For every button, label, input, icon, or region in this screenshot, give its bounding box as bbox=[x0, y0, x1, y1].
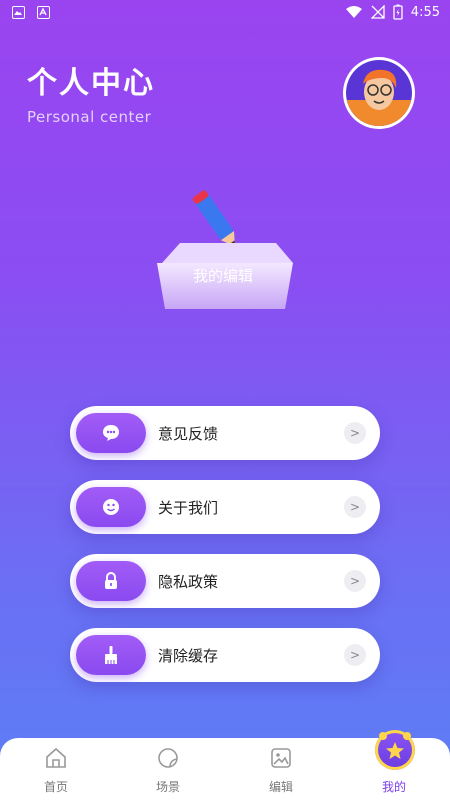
menu-privacy-policy[interactable]: 隐私政策 > bbox=[70, 554, 380, 608]
chevron-right-icon: > bbox=[344, 496, 366, 518]
chevron-right-icon: > bbox=[344, 570, 366, 592]
menu-label: 意见反馈 bbox=[158, 425, 219, 443]
menu-feedback[interactable]: 意见反馈 > bbox=[70, 406, 380, 460]
menu-label: 隐私政策 bbox=[158, 573, 219, 591]
tab-edit[interactable]: 编辑 bbox=[225, 738, 337, 800]
tab-label: 我的 bbox=[381, 780, 406, 794]
my-edit-button[interactable]: 我的编辑 bbox=[150, 185, 300, 315]
scene-icon bbox=[158, 748, 178, 768]
avatar[interactable] bbox=[343, 57, 415, 129]
page-title: 个人中心 bbox=[27, 66, 155, 101]
home-icon bbox=[46, 747, 66, 768]
star-profile-icon[interactable] bbox=[375, 730, 415, 770]
tab-label: 编辑 bbox=[268, 780, 293, 794]
chevron-right-icon: > bbox=[344, 422, 366, 444]
menu-label: 清除缓存 bbox=[158, 647, 219, 665]
tab-scene[interactable]: 场景 bbox=[112, 738, 224, 800]
brush-icon bbox=[76, 635, 146, 675]
no-signal-icon bbox=[370, 5, 385, 19]
wifi-icon bbox=[345, 6, 362, 18]
menu-clear-cache[interactable]: 清除缓存 > bbox=[70, 628, 380, 682]
battery-icon bbox=[393, 4, 403, 20]
tab-home[interactable]: 首页 bbox=[0, 738, 112, 800]
pencil-box-icon bbox=[157, 190, 293, 309]
status-time: 4:55 bbox=[410, 4, 440, 20]
tab-label: 场景 bbox=[155, 780, 180, 794]
chat-bubble-icon bbox=[76, 413, 146, 453]
image-notification-icon bbox=[12, 6, 25, 19]
font-notification-icon bbox=[37, 6, 50, 19]
chevron-right-icon: > bbox=[344, 644, 366, 666]
status-bar: 4:55 bbox=[0, 0, 450, 26]
menu-about-us[interactable]: 关于我们 > bbox=[70, 480, 380, 534]
page-subtitle: Personal center bbox=[27, 108, 152, 126]
smiley-icon bbox=[76, 487, 146, 527]
lock-icon bbox=[76, 561, 146, 601]
my-edit-label: 我的编辑 bbox=[192, 267, 253, 285]
tab-label: 首页 bbox=[43, 780, 68, 794]
image-edit-icon bbox=[271, 748, 291, 768]
menu-label: 关于我们 bbox=[158, 499, 219, 517]
